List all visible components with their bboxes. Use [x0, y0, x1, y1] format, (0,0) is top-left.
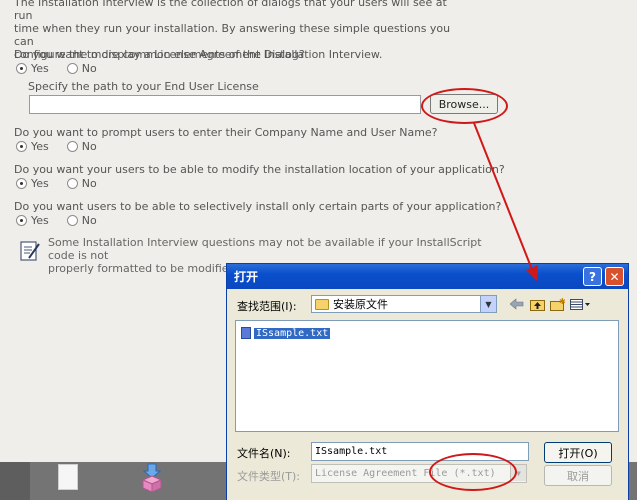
annotation-arrow — [473, 122, 538, 281]
